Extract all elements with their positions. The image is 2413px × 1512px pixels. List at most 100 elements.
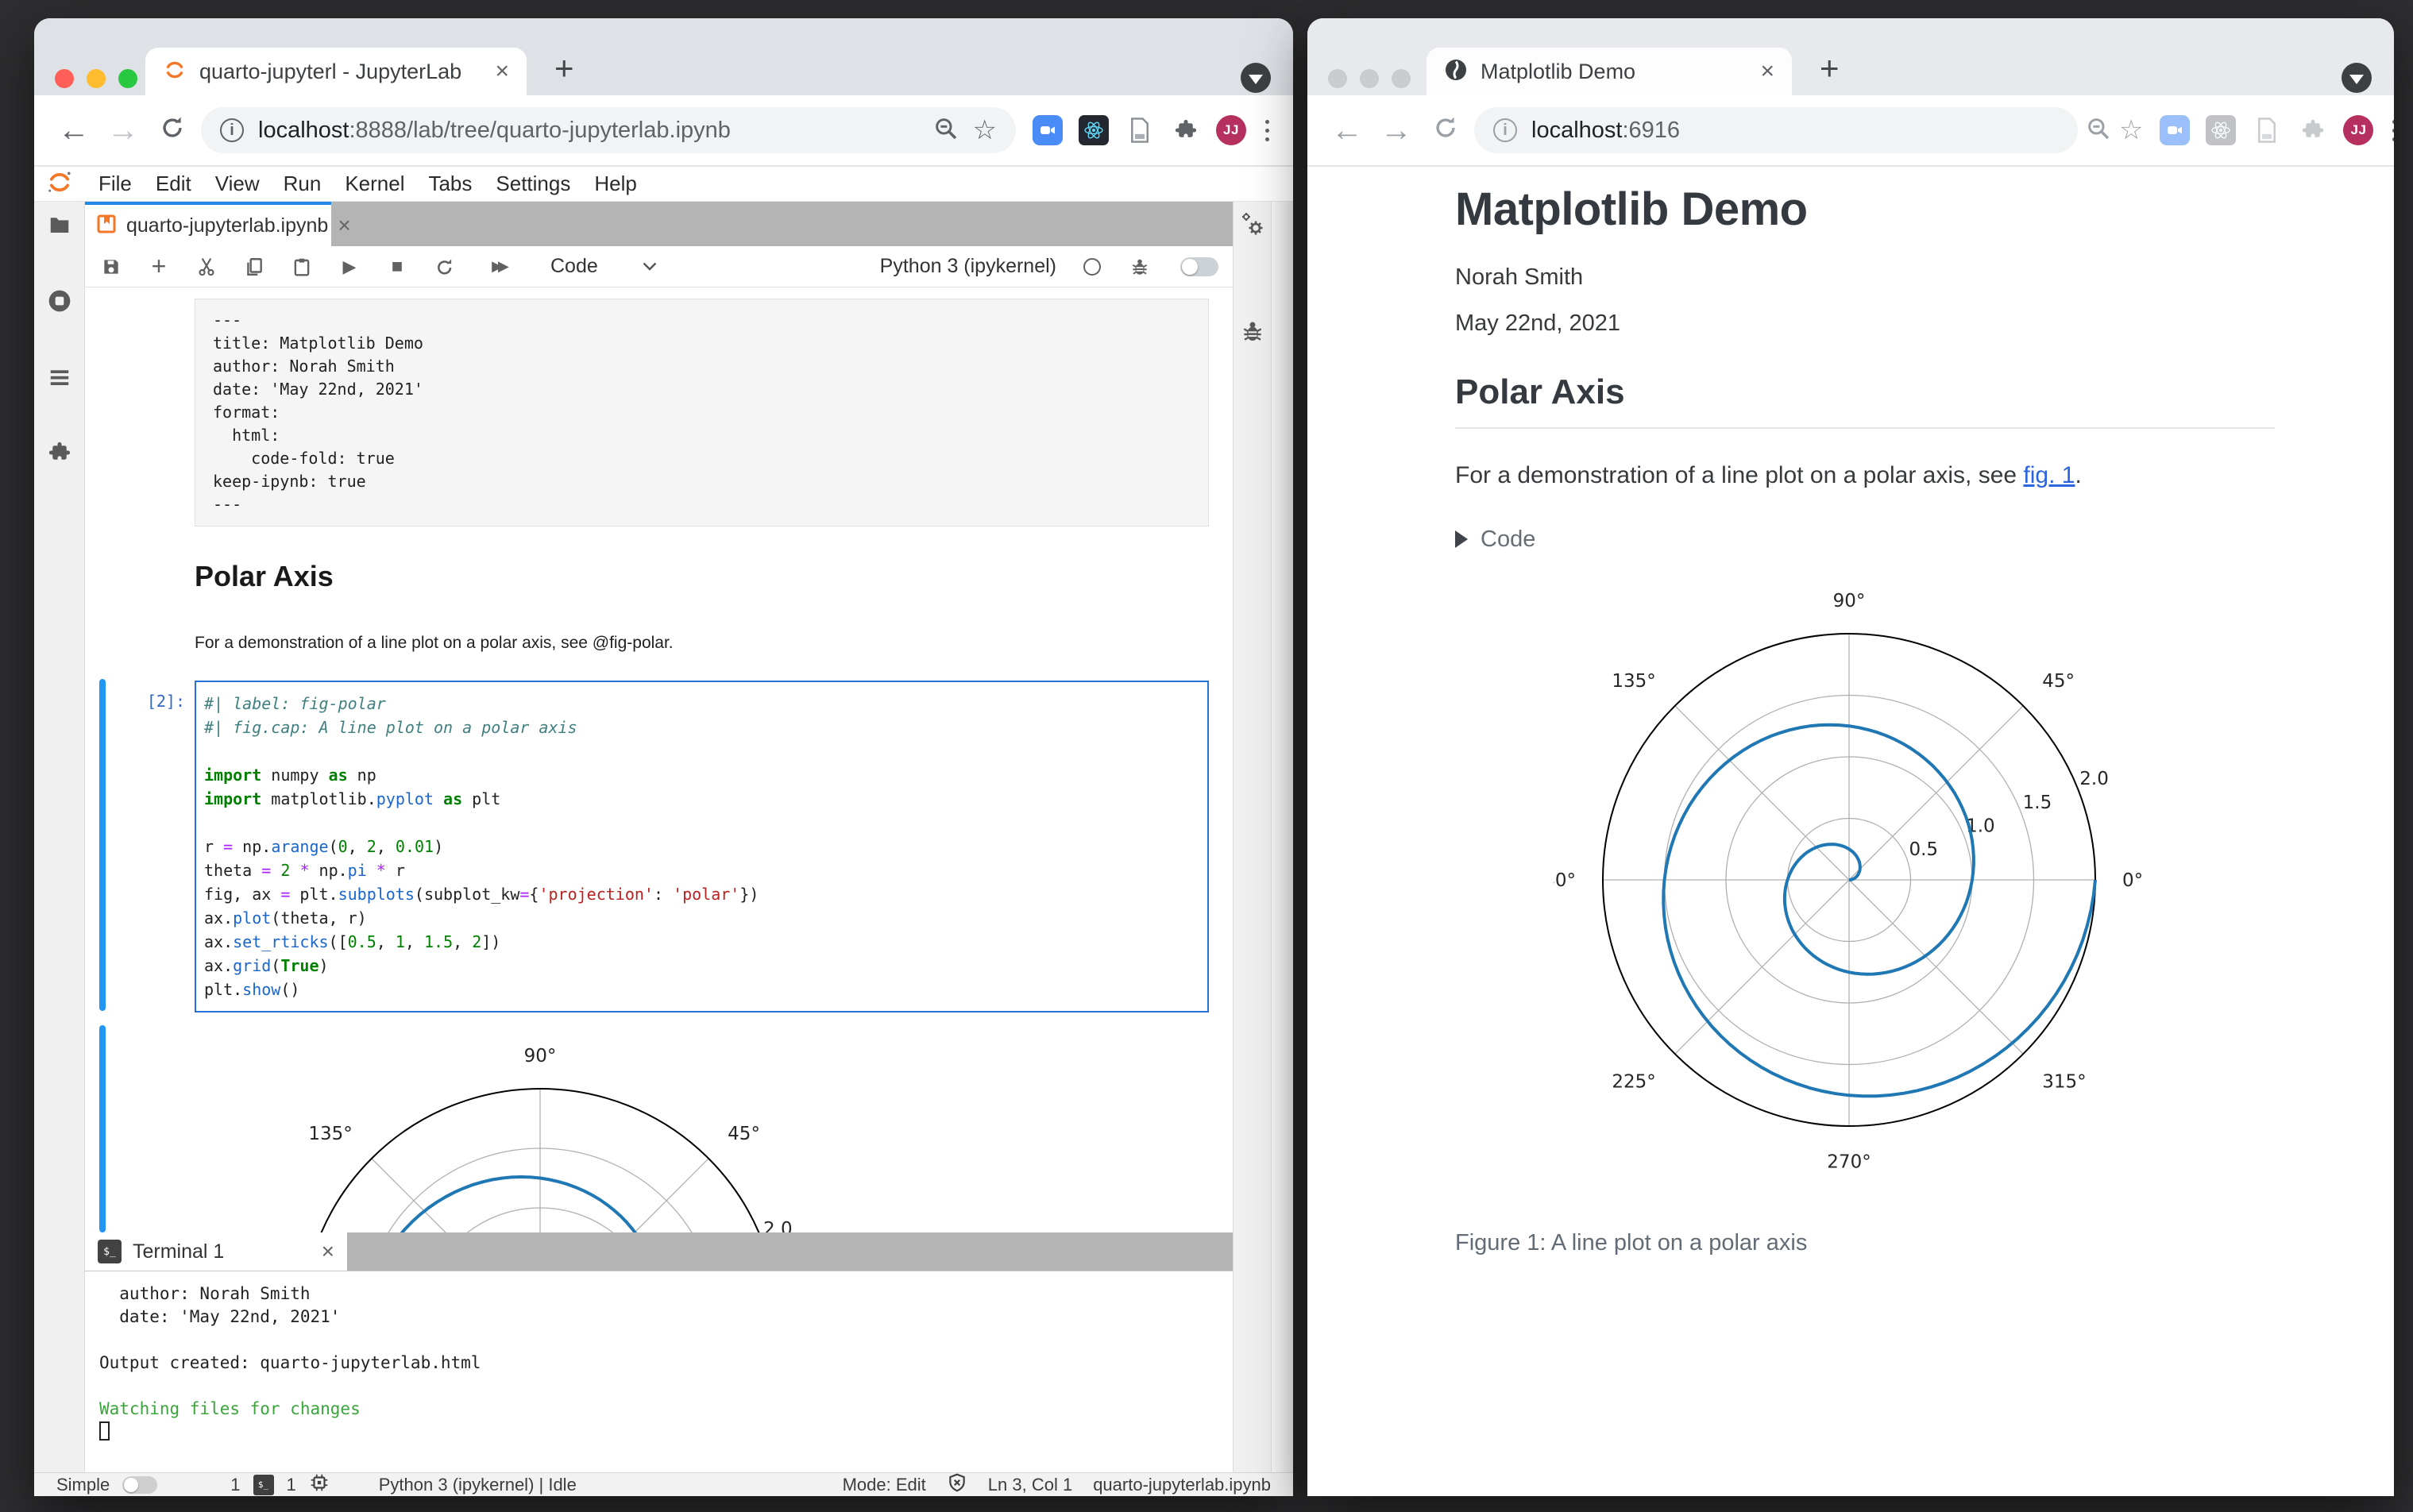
kernel-status-icon <box>1083 257 1101 276</box>
reload-button[interactable] <box>152 114 193 147</box>
site-info-icon[interactable]: i <box>1493 118 1517 142</box>
tab-close-icon[interactable]: × <box>1760 60 1774 83</box>
minimize-window-button[interactable] <box>1360 69 1379 88</box>
terminal-output[interactable]: author: Norah Smith date: 'May 22nd, 202… <box>85 1271 1233 1472</box>
menu-kernel[interactable]: Kernel <box>333 172 416 196</box>
polar-plot-output: 0°45°90°135°180°225°270°315°0.51.01.52.0 <box>308 1046 793 1232</box>
reload-button[interactable] <box>1425 114 1466 147</box>
running-kernels-icon[interactable] <box>47 288 72 318</box>
menu-edit[interactable]: Edit <box>144 172 203 196</box>
puzzle-extensions-icon[interactable] <box>1170 114 1202 146</box>
browser-scrollbar[interactable] <box>1271 202 1293 1472</box>
debugger-panel-bug-icon[interactable] <box>1240 318 1265 348</box>
terminal-tab[interactable]: $_ Terminal 1 × <box>85 1232 347 1271</box>
minimize-window-button[interactable] <box>87 69 106 88</box>
menu-view[interactable]: View <box>203 172 272 196</box>
new-tab-button[interactable]: + <box>1820 49 1840 87</box>
react-devtools-extension-icon[interactable] <box>1078 114 1110 146</box>
code-cell-editor[interactable]: #| label: fig-polar #| fig.cap: A line p… <box>204 692 1199 1001</box>
property-inspector-gear-icon[interactable] <box>1239 211 1266 242</box>
menu-tabs[interactable]: Tabs <box>416 172 484 196</box>
back-button[interactable]: ← <box>53 114 95 146</box>
notebook-dock-tab[interactable]: quarto-jupyterlab.ipynb × <box>85 202 351 246</box>
svg-text:225°: 225° <box>1612 1072 1655 1093</box>
forward-button[interactable]: → <box>1376 114 1417 146</box>
jupyterlab-left-sidebar <box>34 202 85 1472</box>
close-window-button[interactable] <box>55 69 74 88</box>
close-window-button[interactable] <box>1328 69 1347 88</box>
run-cell-button[interactable]: ▶ <box>338 253 361 280</box>
add-cell-button[interactable]: + <box>147 252 171 280</box>
bookmark-star-icon[interactable]: ☆ <box>973 114 997 146</box>
terminal-icon: $_ <box>98 1240 122 1263</box>
back-button[interactable]: ← <box>1326 114 1368 146</box>
menu-run[interactable]: Run <box>272 172 334 196</box>
browser-profile-avatar[interactable]: JJ <box>2343 115 2374 145</box>
zoom-out-icon[interactable] <box>933 116 959 145</box>
browser-tab-matplotlib-demo[interactable]: Matplotlib Demo × <box>1427 48 1792 95</box>
svg-text:45°: 45° <box>2042 671 2075 692</box>
browser-profile-avatar[interactable]: JJ <box>1216 115 1246 145</box>
url-bar[interactable]: i localhost:6916 <box>1474 107 2078 153</box>
notebook-scroll-area[interactable]: --- title: Matplotlib Demo author: Norah… <box>85 287 1233 1232</box>
zoom-out-icon[interactable] <box>2086 116 2111 145</box>
tab-search-chevron-icon[interactable] <box>2342 63 2372 93</box>
react-devtools-extension-icon[interactable] <box>2205 114 2237 146</box>
browser-tab-jupyterlab[interactable]: quarto-jupyterl - JupyterLab × <box>145 48 527 95</box>
save-button[interactable] <box>99 253 123 280</box>
svg-text:2.0: 2.0 <box>2079 769 2109 789</box>
code-fold-toggle[interactable]: Code <box>1455 526 2275 553</box>
figure-link[interactable]: fig. 1 <box>2023 462 2075 488</box>
status-file-name[interactable]: quarto-jupyterlab.ipynb <box>1093 1475 1271 1495</box>
trust-shield-icon[interactable] <box>947 1472 967 1497</box>
document-extension-icon[interactable] <box>1124 114 1156 146</box>
menu-settings[interactable]: Settings <box>484 172 582 196</box>
active-cell-input-collapser[interactable] <box>99 679 106 1011</box>
paste-cells-button[interactable] <box>290 253 314 280</box>
terminal-tab-close-icon[interactable]: × <box>322 1239 334 1264</box>
code-cell[interactable]: [2]: #| label: fig-polar #| fig.cap: A l… <box>147 681 1209 1012</box>
menu-help[interactable]: Help <box>582 172 648 196</box>
browser-menu-icon[interactable] <box>1261 119 1274 141</box>
bookmark-star-icon[interactable]: ☆ <box>2119 114 2143 146</box>
simple-interface-toggle[interactable] <box>122 1475 158 1494</box>
file-browser-icon[interactable] <box>48 213 71 241</box>
svg-text:180°: 180° <box>1554 870 1576 891</box>
url-bar[interactable]: i localhost:8888/lab/tree/quarto-jupyter… <box>201 107 1016 153</box>
cut-cells-button[interactable] <box>195 253 218 280</box>
notebook-mode[interactable]: Mode: Edit <box>843 1475 926 1495</box>
notebook-tab-close-icon[interactable]: × <box>338 213 350 238</box>
forward-button[interactable]: → <box>102 114 144 146</box>
terminals-status-icon[interactable]: $_ <box>253 1474 274 1495</box>
execution-count-prompt: [2]: <box>146 692 185 711</box>
simple-mode-toggle[interactable] <box>1180 256 1218 276</box>
restart-kernel-button[interactable] <box>433 253 457 280</box>
zoom-window-button[interactable] <box>118 69 137 88</box>
kernel-name[interactable]: Python 3 (ipykernel) <box>880 255 1056 278</box>
debugger-bug-icon[interactable] <box>1128 253 1152 280</box>
tab-close-icon[interactable]: × <box>495 60 509 83</box>
browser-menu-icon[interactable] <box>2388 119 2394 141</box>
puzzle-extensions-icon[interactable] <box>2297 114 2329 146</box>
tab-search-chevron-icon[interactable] <box>1241 63 1271 93</box>
zoom-extension-icon[interactable] <box>1032 114 1064 146</box>
active-cell-output-collapser[interactable] <box>99 1025 106 1232</box>
quarto-document[interactable]: Matplotlib Demo Norah Smith May 22nd, 20… <box>1307 167 2394 1496</box>
new-tab-button[interactable]: + <box>554 49 574 87</box>
interrupt-kernel-button[interactable]: ■ <box>385 253 409 280</box>
svg-text:0.5: 0.5 <box>1909 839 1938 860</box>
zoom-extension-icon[interactable] <box>2159 114 2191 146</box>
cell-type-dropdown[interactable]: Code <box>550 255 657 278</box>
cursor-position[interactable]: Ln 3, Col 1 <box>988 1475 1072 1495</box>
table-of-contents-icon[interactable] <box>48 365 71 393</box>
kernel-status-text[interactable]: Python 3 (ipykernel) | Idle <box>379 1475 577 1495</box>
document-extension-icon[interactable] <box>2251 114 2283 146</box>
site-info-icon[interactable]: i <box>220 118 244 142</box>
restart-run-all-button[interactable]: ▶▶ <box>481 253 515 280</box>
zoom-window-button[interactable] <box>1392 69 1411 88</box>
extension-manager-icon[interactable] <box>48 441 71 469</box>
raw-yaml-cell[interactable]: --- title: Matplotlib Demo author: Norah… <box>195 299 1209 526</box>
kernels-chip-icon[interactable] <box>309 1472 330 1497</box>
menu-file[interactable]: File <box>87 172 144 196</box>
copy-cells-button[interactable] <box>242 253 266 280</box>
